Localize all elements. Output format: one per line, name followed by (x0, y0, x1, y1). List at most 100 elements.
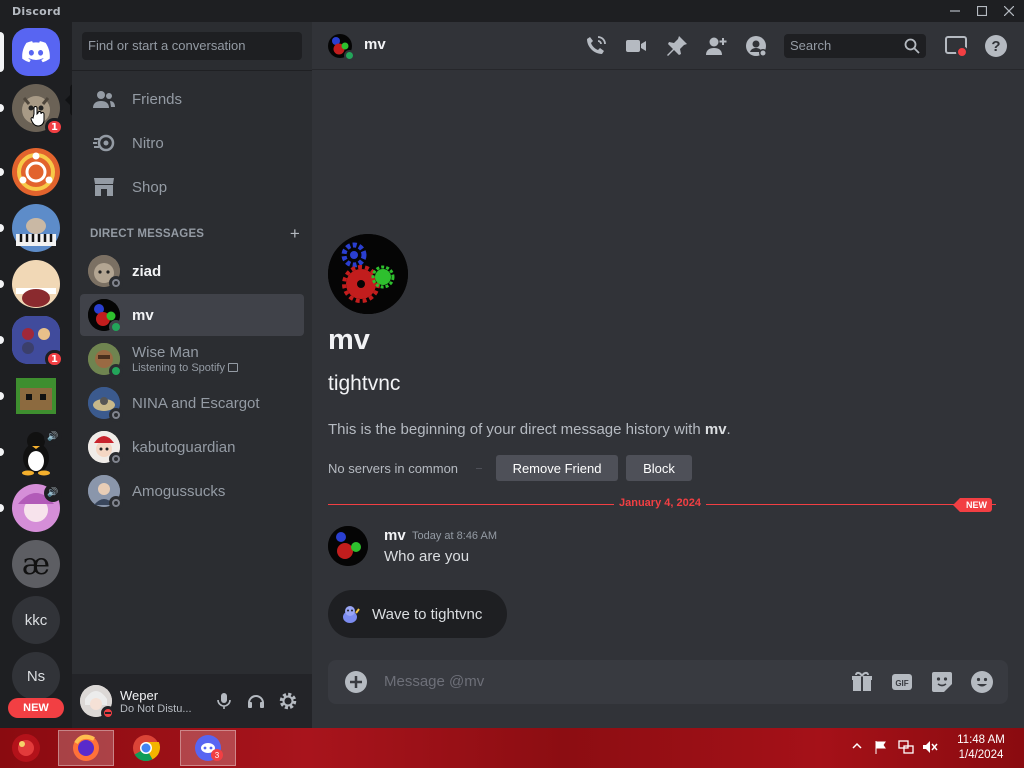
deafen-button[interactable] (240, 685, 272, 717)
nav-shop[interactable]: Shop (80, 166, 304, 208)
nitro-icon (88, 127, 120, 159)
emoji-button[interactable] (970, 670, 994, 694)
unread-pip (0, 448, 4, 456)
message-timestamp: Today at 8:46 AM (412, 530, 497, 542)
svg-text:GIF: GIF (895, 679, 908, 688)
status-offline-icon (109, 408, 123, 422)
minimize-button[interactable] (940, 0, 970, 22)
unread-pip (0, 168, 4, 176)
nav-nitro[interactable]: Nitro (80, 122, 304, 164)
block-button[interactable]: Block (626, 455, 692, 481)
server-initials: æ (21, 546, 51, 582)
profile-avatar[interactable] (328, 234, 408, 314)
nav-friends[interactable]: Friends (80, 78, 304, 120)
create-dm-button[interactable]: + (290, 225, 300, 242)
status-online-icon (109, 364, 123, 378)
pinned-messages-button[interactable] (665, 34, 689, 58)
dm-item-ziad[interactable]: ziad (80, 250, 304, 292)
close-window-button[interactable] (994, 0, 1024, 22)
volume-button[interactable] (922, 740, 938, 757)
avatar (88, 475, 123, 510)
dm-item-wise-man[interactable]: Wise Man Listening to Spotify (80, 338, 304, 380)
mention-badge: 1 (45, 118, 64, 136)
gift-button[interactable] (850, 670, 874, 694)
dm-item-amogussucks[interactable]: Amogussucks (80, 470, 304, 512)
find-conversation-button[interactable]: Find or start a conversation (82, 32, 302, 60)
gear-icon (279, 692, 297, 710)
user-status: Do Not Distu... (120, 702, 192, 715)
maximize-button[interactable] (967, 0, 997, 22)
server-icon-piano-cat (12, 204, 60, 252)
notification-badge: 3 (211, 749, 223, 761)
new-unreads-pill[interactable]: NEW (8, 698, 64, 718)
chevron-up-icon (852, 742, 862, 749)
avatar (88, 299, 123, 334)
taskbar-firefox[interactable] (58, 730, 114, 766)
home-button[interactable] (0, 28, 60, 76)
server-blue[interactable]: 1 (0, 316, 64, 368)
username: Weper (120, 687, 159, 703)
message-author[interactable]: mv (384, 527, 406, 544)
divider-date: January 4, 2024 (614, 497, 706, 509)
dm-name: kabutoguardian (132, 438, 236, 456)
user-info[interactable]: Weper Do Not Distu... (120, 688, 192, 715)
status-offline-icon (109, 452, 123, 466)
network-button[interactable] (898, 740, 914, 757)
server-creeper[interactable] (0, 372, 60, 420)
show-hidden-icons-button[interactable] (852, 740, 862, 754)
video-call-button[interactable] (624, 34, 648, 58)
dm-name: NINA and Escargot (132, 394, 260, 412)
dot-separator (476, 468, 482, 469)
unread-pip (0, 280, 4, 288)
dm-item-mv[interactable]: mv (80, 294, 304, 336)
server-kkc[interactable]: kkc (12, 596, 60, 644)
wave-button[interactable]: Wave to tightvnc (328, 590, 507, 638)
unread-pip (0, 504, 4, 512)
inbox-button[interactable] (944, 34, 968, 58)
action-center-button[interactable] (874, 740, 888, 757)
sticker-button[interactable] (930, 670, 954, 694)
gift-icon (852, 671, 872, 691)
help-button[interactable]: ? (984, 34, 1008, 58)
server-piano-cat[interactable] (0, 204, 60, 252)
status-online-icon (344, 50, 355, 61)
add-friends-to-dm-button[interactable] (704, 34, 728, 58)
gif-button[interactable]: GIF (890, 670, 914, 694)
selected-pip (0, 32, 4, 72)
clock-time: 11:48 AM (957, 734, 1005, 746)
server-pink[interactable] (0, 260, 60, 308)
server-ubuntu[interactable] (0, 148, 60, 196)
maximize-icon (977, 6, 987, 16)
start-orb-icon (12, 734, 40, 762)
profile-display-name: mv (328, 324, 370, 356)
message-composer[interactable]: Message @mv GIF (328, 660, 1008, 704)
nav-label: Nitro (132, 134, 164, 152)
server-icon-ubuntu (12, 148, 60, 196)
system-clock[interactable]: 11:48 AM 1/4/2024 (950, 733, 1012, 763)
message-avatar[interactable] (328, 526, 368, 566)
mute-button[interactable] (208, 685, 240, 717)
dm-item-kabutoguardian[interactable]: kabutoguardian (80, 426, 304, 468)
user-profile-button[interactable] (744, 34, 768, 58)
microphone-icon (217, 693, 231, 709)
server-ns[interactable]: Ns (12, 652, 60, 700)
upload-button[interactable] (344, 670, 368, 694)
taskbar: 3 11:48 AM 1/4/2024 (0, 728, 1024, 768)
help-icon: ? (985, 35, 1007, 57)
taskbar-chrome[interactable] (118, 730, 174, 766)
server-ae[interactable]: æ (12, 540, 60, 588)
search-input[interactable]: Search (784, 34, 926, 58)
nav-label: Shop (132, 178, 168, 196)
taskbar-discord[interactable]: 3 (180, 730, 236, 766)
remove-friend-button[interactable]: Remove Friend (496, 455, 618, 481)
user-avatar[interactable] (80, 685, 115, 720)
voice-call-button[interactable] (584, 34, 608, 58)
dm-sidebar: Find or start a conversation Friends Nit… (72, 22, 312, 728)
user-settings-button[interactable] (272, 685, 304, 717)
message-input[interactable]: Message @mv (384, 673, 484, 690)
dm-item-nina-and-escargot[interactable]: NINA and Escargot (80, 382, 304, 424)
dm-header: DIRECT MESSAGES + (90, 225, 300, 242)
server-anime[interactable]: 🔊 (0, 484, 62, 532)
start-button[interactable] (0, 730, 52, 766)
server-linux[interactable]: 🔊 (0, 428, 62, 476)
